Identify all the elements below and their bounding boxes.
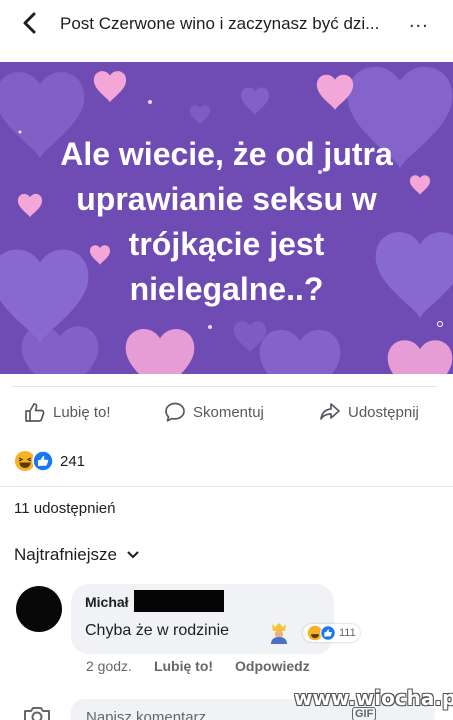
sort-label: Najtrafniejsze — [14, 545, 117, 564]
post-actions: Lubię to! Skomentuj Udostępnij — [12, 386, 437, 436]
reaction-summary[interactable]: 241 — [14, 450, 85, 472]
post-background: Ale wiecie, że od jutra uprawianie seksu… — [0, 62, 453, 374]
like-icon — [320, 625, 336, 641]
reaction-count: 241 — [60, 452, 86, 470]
comment-reactions[interactable]: 111 — [303, 624, 360, 642]
comment-bubble: Michał Chyba że w rodzinie — [71, 584, 334, 654]
comment-reply-button[interactable]: Odpowiedz — [235, 658, 310, 674]
more-options-icon[interactable]: ... — [409, 10, 429, 33]
comment-input-placeholder: Napisz komentarz... — [86, 709, 219, 720]
post-text-line: uprawianie seksu w — [76, 181, 377, 217]
comment-button[interactable]: Skomentuj — [164, 401, 264, 423]
comment-time: 2 godz. — [86, 658, 132, 674]
share-button[interactable]: Udostępnij — [319, 401, 419, 423]
back-arrow-icon[interactable] — [20, 12, 40, 34]
like-label: Lubię to! — [53, 403, 111, 421]
comment-label: Skomentuj — [193, 403, 264, 421]
page-title: Post Czerwone wino i zaczynasz być dzi..… — [60, 14, 380, 33]
person-crown-emoji — [271, 623, 287, 644]
comment-icon — [165, 402, 185, 422]
watermark: www.wiocha.pl — [294, 686, 453, 710]
chevron-down-icon — [127, 551, 139, 559]
comment-meta: 2 godz. Lubię to! Odpowiedz — [86, 658, 332, 674]
avatar[interactable] — [16, 586, 62, 632]
share-label: Udostępnij — [348, 403, 419, 421]
top-bar: Post Czerwone wino i zaczynasz być dzi..… — [0, 0, 453, 48]
post-text-line: Ale wiecie, że od jutra — [60, 136, 393, 172]
post-text-line: trójkącie jest — [128, 226, 325, 262]
redaction-bar — [134, 590, 224, 612]
thumbs-up-icon — [25, 403, 45, 422]
comment-author[interactable]: Michał — [85, 594, 129, 610]
divider — [0, 486, 453, 487]
like-button[interactable]: Lubię to! — [24, 401, 111, 423]
camera-icon[interactable] — [22, 704, 52, 720]
like-icon — [32, 450, 54, 472]
comment-text: Chyba że w rodzinie — [85, 622, 230, 639]
post-text-line: nielegalne..? — [129, 271, 324, 307]
comments-sort-dropdown[interactable]: Najtrafniejsze — [14, 545, 139, 565]
comment-like-button[interactable]: Lubię to! — [154, 658, 213, 674]
post-text: Ale wiecie, że od jutra uprawianie seksu… — [0, 132, 453, 312]
shares-count[interactable]: 11 udostępnień — [14, 500, 115, 517]
share-arrow-icon — [320, 403, 340, 420]
comment-reaction-count: 111 — [339, 627, 356, 639]
